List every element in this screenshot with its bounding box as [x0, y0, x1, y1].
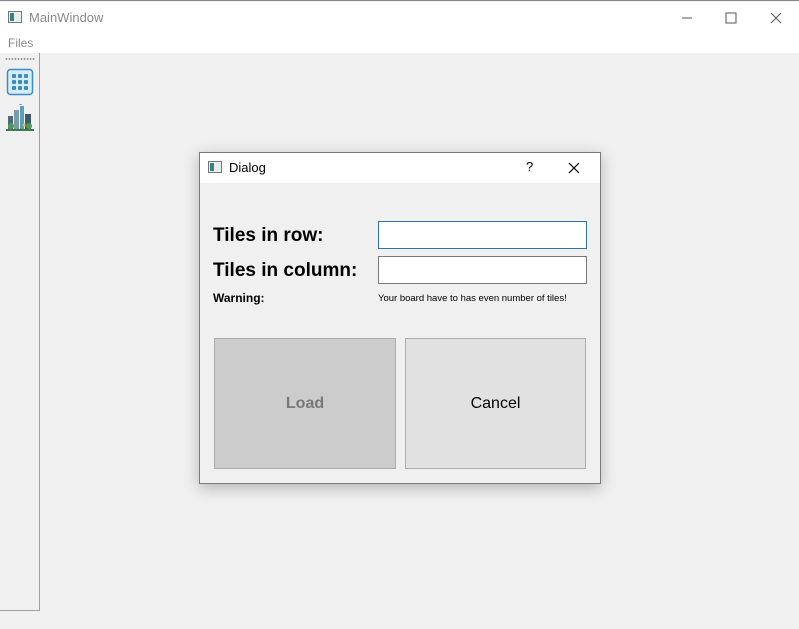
close-icon: [568, 162, 580, 174]
app-icon: [8, 11, 22, 23]
tiles-in-row-input[interactable]: [378, 221, 587, 249]
minimize-icon: [682, 17, 692, 19]
main-window: MainWindow Files Dialog ? Tiles in row: …: [0, 0, 799, 629]
dialog-close-button[interactable]: [568, 157, 580, 179]
side-toolbar: [0, 53, 40, 611]
maximize-icon: [725, 12, 737, 24]
tiles-in-column-label: Tiles in column:: [213, 260, 358, 281]
title-bar[interactable]: MainWindow: [0, 2, 799, 33]
menu-files[interactable]: Files: [8, 36, 33, 50]
menu-bar: Files: [0, 33, 799, 53]
grid-tool-button[interactable]: [6, 68, 34, 96]
city-icon: [6, 103, 34, 131]
load-button[interactable]: Load: [214, 338, 396, 469]
cancel-button[interactable]: Cancel: [405, 338, 586, 469]
dialog-app-icon: [208, 161, 222, 173]
minimize-button[interactable]: [664, 3, 710, 33]
maximize-button[interactable]: [708, 3, 754, 33]
dialog-title: Dialog: [229, 160, 266, 175]
dialog-title-bar[interactable]: Dialog ?: [200, 153, 600, 183]
toolbar-grip[interactable]: [5, 58, 35, 60]
grid-icon: [6, 68, 34, 96]
window-title: MainWindow: [29, 10, 104, 25]
city-tool-button[interactable]: [6, 103, 34, 132]
close-button[interactable]: [753, 3, 799, 33]
close-icon: [770, 12, 782, 24]
tiles-in-column-input[interactable]: [378, 256, 587, 284]
tiles-in-row-label: Tiles in row:: [213, 225, 324, 246]
warning-label: Warning:: [213, 291, 265, 305]
tiles-dialog: Dialog ? Tiles in row: Tiles in column: …: [199, 152, 601, 484]
warning-text: Your board have to has even number of ti…: [378, 293, 567, 304]
help-button[interactable]: ?: [526, 159, 533, 174]
